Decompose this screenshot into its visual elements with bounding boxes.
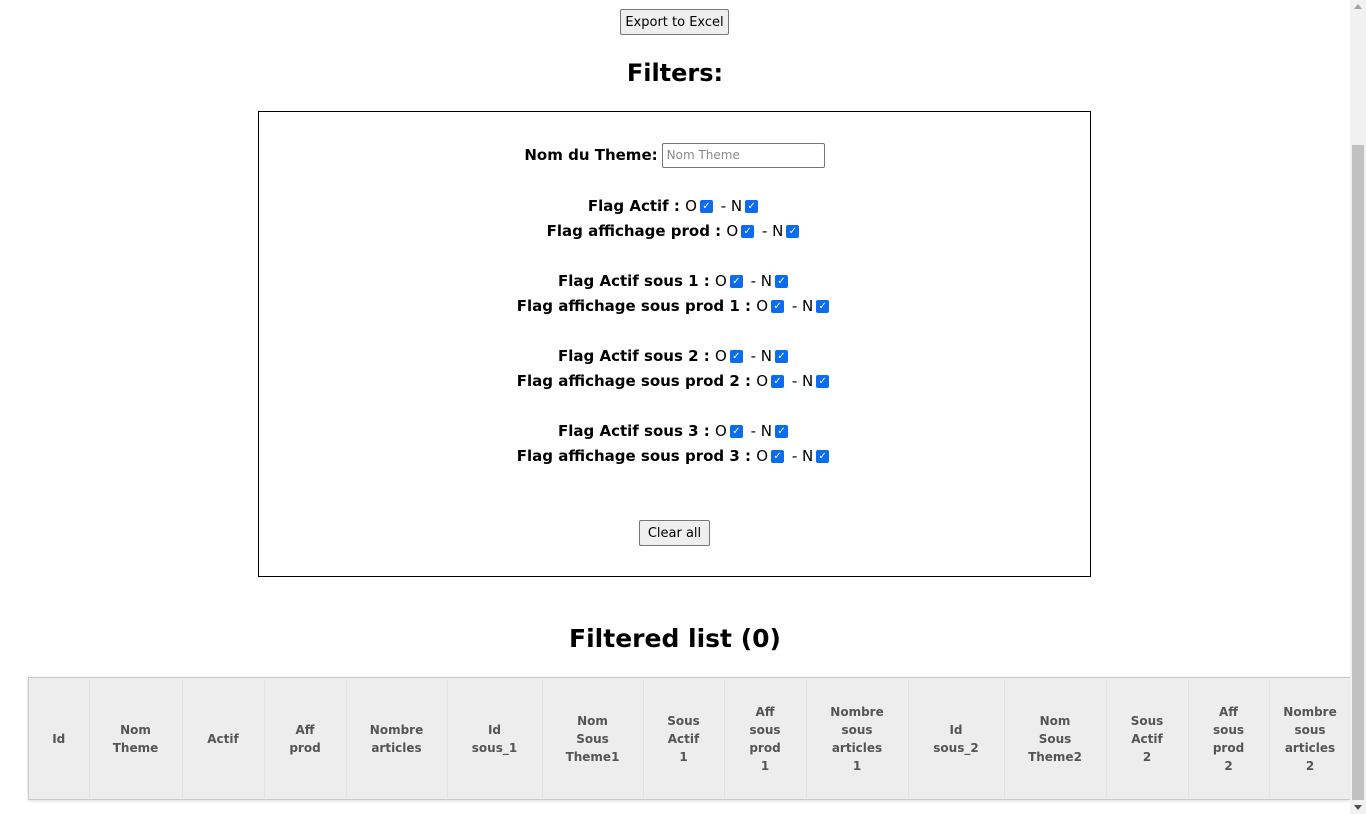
column-header[interactable]: Sous Actif 2 xyxy=(1106,679,1189,798)
option-yes-label: O xyxy=(685,197,697,215)
flag-label: Flag Actif sous 1 : xyxy=(558,272,715,290)
column-header[interactable]: Id xyxy=(29,679,90,798)
column-header[interactable]: Id sous_1 xyxy=(447,679,543,798)
option-no-label: - N xyxy=(757,222,784,240)
scroll-thumb[interactable] xyxy=(1352,145,1364,800)
table-header-row: Id Nom Theme Actif Aff prod Nombre articles I… xyxy=(29,679,1350,798)
flag-yes-checkbox[interactable]: ✓ xyxy=(729,349,743,363)
column-header[interactable]: Nom Sous Theme1 xyxy=(542,679,644,798)
theme-filter-row: Nom du Theme: xyxy=(259,142,1090,168)
flag-no-checkbox[interactable]: ✓ xyxy=(786,224,800,238)
flag-filter-row: Flag affichage prod : O ✓ - N ✓ xyxy=(259,220,1090,242)
flag-filter-row: Flag affichage sous prod 1 : O ✓ - N ✓ xyxy=(259,295,1090,317)
option-no-label: - N xyxy=(745,347,772,365)
theme-label: Nom du Theme: xyxy=(524,146,658,164)
column-header[interactable]: Aff sous prod 2 xyxy=(1188,679,1270,798)
option-no-label: - N xyxy=(787,297,814,315)
column-header[interactable]: Nom Theme xyxy=(89,679,183,798)
option-yes-label: O xyxy=(756,447,769,465)
column-header[interactable]: Id sous_2 xyxy=(908,679,1005,798)
flag-no-checkbox[interactable]: ✓ xyxy=(774,349,788,363)
flag-filter-row: Flag affichage sous prod 3 : O ✓ - N ✓ xyxy=(259,445,1090,467)
flag-yes-checkbox[interactable]: ✓ xyxy=(771,374,785,388)
option-no-label: - N xyxy=(787,372,814,390)
clear-all-button[interactable]: Clear all xyxy=(639,520,710,546)
flag-no-checkbox[interactable]: ✓ xyxy=(745,199,759,213)
option-yes-label: O xyxy=(726,222,739,240)
flag-yes-checkbox[interactable]: ✓ xyxy=(741,224,755,238)
column-header[interactable]: Actif xyxy=(182,679,265,798)
flag-filter-row: Flag Actif sous 3 : O ✓ - N ✓ xyxy=(259,420,1090,442)
flag-yes-checkbox[interactable]: ✓ xyxy=(729,274,743,288)
theme-search-input[interactable] xyxy=(661,142,825,168)
flag-yes-checkbox[interactable]: ✓ xyxy=(771,299,785,313)
flag-yes-checkbox[interactable]: ✓ xyxy=(771,449,785,463)
column-header[interactable]: Aff sous prod 1 xyxy=(724,679,807,798)
flag-label: Flag affichage sous prod 1 : xyxy=(516,297,757,315)
flag-label: Flag Actif sous 2 : xyxy=(558,347,715,365)
flag-label: Flag Actif : xyxy=(587,197,686,215)
page-scrollbar[interactable] xyxy=(1350,0,1366,814)
flag-filter-row: Flag affichage sous prod 2 : O ✓ - N ✓ xyxy=(259,370,1090,392)
option-yes-label: O xyxy=(715,272,727,290)
option-no-label: - N xyxy=(745,422,772,440)
flag-no-checkbox[interactable]: ✓ xyxy=(816,374,830,388)
flag-no-checkbox[interactable]: ✓ xyxy=(816,449,830,463)
flag-filter-row: Flag Actif sous 2 : O ✓ - N ✓ xyxy=(259,345,1090,367)
flag-label: Flag affichage prod : xyxy=(546,222,727,240)
flag-no-checkbox[interactable]: ✓ xyxy=(774,274,788,288)
flag-filter-row: Flag Actif : O ✓ - N ✓ xyxy=(259,195,1090,217)
flag-no-checkbox[interactable]: ✓ xyxy=(774,424,788,438)
results-table-container: Id Nom Theme Actif Aff prod Nombre articles I… xyxy=(28,677,1350,800)
flag-no-checkbox[interactable]: ✓ xyxy=(816,299,830,313)
filtered-list-title: Filtered list (0) xyxy=(569,624,781,653)
flag-yes-checkbox[interactable]: ✓ xyxy=(729,424,743,438)
option-yes-label: O xyxy=(756,297,769,315)
option-no-label: - N xyxy=(787,447,814,465)
column-header[interactable]: Nombre articles xyxy=(346,679,448,798)
flag-label: Flag Actif sous 3 : xyxy=(558,422,715,440)
option-yes-label: O xyxy=(715,422,727,440)
option-yes-label: O xyxy=(715,347,727,365)
scroll-down-arrow-icon[interactable] xyxy=(1354,805,1362,810)
column-header[interactable]: Nom Sous Theme2 xyxy=(1004,679,1107,798)
flag-label: Flag affichage sous prod 3 : xyxy=(516,447,757,465)
scroll-up-arrow-icon[interactable] xyxy=(1354,4,1362,9)
option-no-label: - N xyxy=(715,197,743,215)
column-header[interactable]: Nombre sous articles 2 xyxy=(1269,679,1350,798)
column-header[interactable]: Nombre sous articles 1 xyxy=(806,679,909,798)
column-header[interactable]: Sous Actif 1 xyxy=(643,679,725,798)
option-yes-label: O xyxy=(756,372,769,390)
export-excel-button[interactable]: Export to Excel xyxy=(620,9,729,35)
flag-label: Flag affichage sous prod 2 : xyxy=(516,372,757,390)
column-header[interactable]: Aff prod xyxy=(264,679,347,798)
results-table: Id Nom Theme Actif Aff prod Nombre articles I… xyxy=(29,679,1350,798)
flag-filter-row: Flag Actif sous 1 : O ✓ - N ✓ xyxy=(259,270,1090,292)
filter-panel: Nom du Theme: Flag Actif : O✓ - N✓Flag a… xyxy=(258,111,1091,577)
filters-title: Filters: xyxy=(626,59,724,87)
option-no-label: - N xyxy=(745,272,772,290)
flag-yes-checkbox[interactable]: ✓ xyxy=(699,199,713,213)
